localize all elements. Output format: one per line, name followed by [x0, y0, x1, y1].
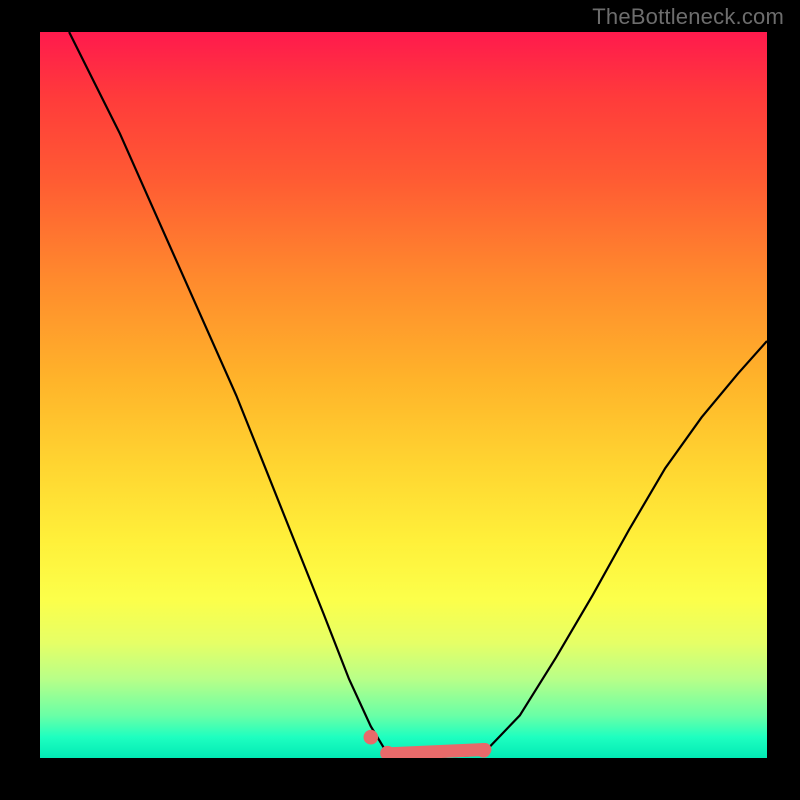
curve-svg	[40, 32, 767, 759]
frame-bottom-edge	[40, 758, 767, 760]
right-curve	[487, 341, 767, 750]
watermark-text: TheBottleneck.com	[592, 4, 784, 30]
left-curve	[69, 32, 387, 754]
bottom-marker-strip	[388, 750, 485, 754]
plot-area	[40, 32, 767, 759]
marker-blob-end	[476, 743, 491, 758]
chart-frame: TheBottleneck.com	[0, 0, 800, 800]
marker-left-dot	[364, 730, 379, 745]
